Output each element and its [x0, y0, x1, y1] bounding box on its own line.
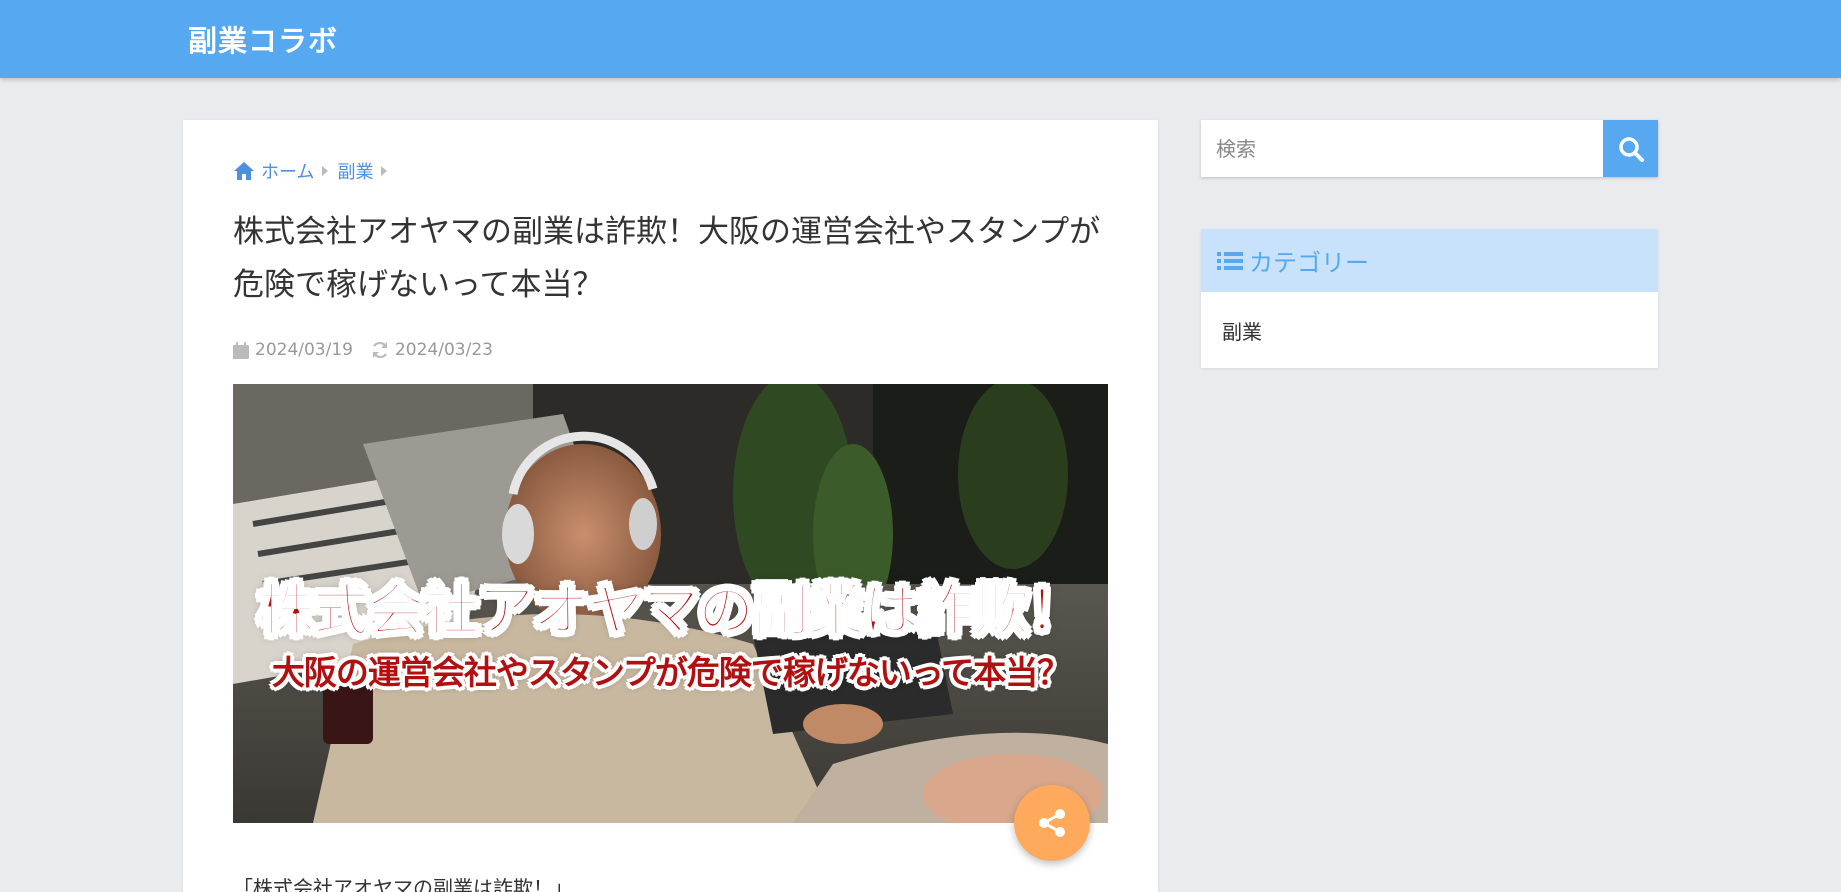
eyecatch-image: 株式会社アオヤマの副業は詐欺！ 大阪の運営会社やスタンプが危険で稼げないって本当… — [233, 384, 1108, 823]
post-dates: 2024/03/19 2024/03/23 — [233, 338, 493, 362]
chevron-right-icon — [322, 166, 329, 176]
chevron-right-icon — [381, 166, 388, 176]
breadcrumb-home-link[interactable]: ホーム — [261, 158, 314, 184]
search-input[interactable] — [1201, 120, 1602, 177]
search-form — [1201, 120, 1658, 177]
site-title[interactable]: 副業コラボ — [188, 18, 338, 60]
category-widget-title: カテゴリー — [1249, 249, 1369, 277]
list-icon — [1217, 251, 1243, 270]
calendar-icon — [233, 341, 249, 359]
breadcrumb: ホーム 副業 — [233, 158, 396, 184]
category-widget-header: カテゴリー — [1201, 229, 1658, 292]
share-button[interactable] — [1014, 785, 1090, 861]
category-item[interactable]: 副業 — [1222, 316, 1262, 345]
search-icon — [1618, 136, 1644, 162]
eyecatch-headline: 株式会社アオヤマの副業は詐欺！ — [257, 578, 1085, 645]
article-intro-text: 「株式会社アオヤマの副業は詐欺！」 — [233, 876, 573, 892]
home-icon — [234, 162, 254, 180]
category-widget: カテゴリー 副業 — [1201, 229, 1658, 368]
refresh-icon — [372, 341, 387, 359]
breadcrumb-category-link[interactable]: 副業 — [337, 158, 373, 184]
post-title: 株式会社アオヤマの副業は詐欺！大阪の運営会社やスタンプが危険で稼げないって本当？ — [233, 214, 1101, 303]
updated-date: 2024/03/23 — [394, 340, 493, 360]
article-card: ホーム 副業 株式会社アオヤマの副業は詐欺！大阪の運営会社やスタンプが危険で稼げ… — [183, 120, 1158, 892]
eyecatch-subheadline: 大阪の運営会社やスタンプが危険で稼げないって本当？ — [271, 653, 1070, 692]
search-button[interactable] — [1603, 120, 1658, 177]
site-header: 副業コラボ — [0, 0, 1841, 78]
share-icon — [1039, 809, 1065, 837]
published-date: 2024/03/19 — [255, 340, 353, 360]
